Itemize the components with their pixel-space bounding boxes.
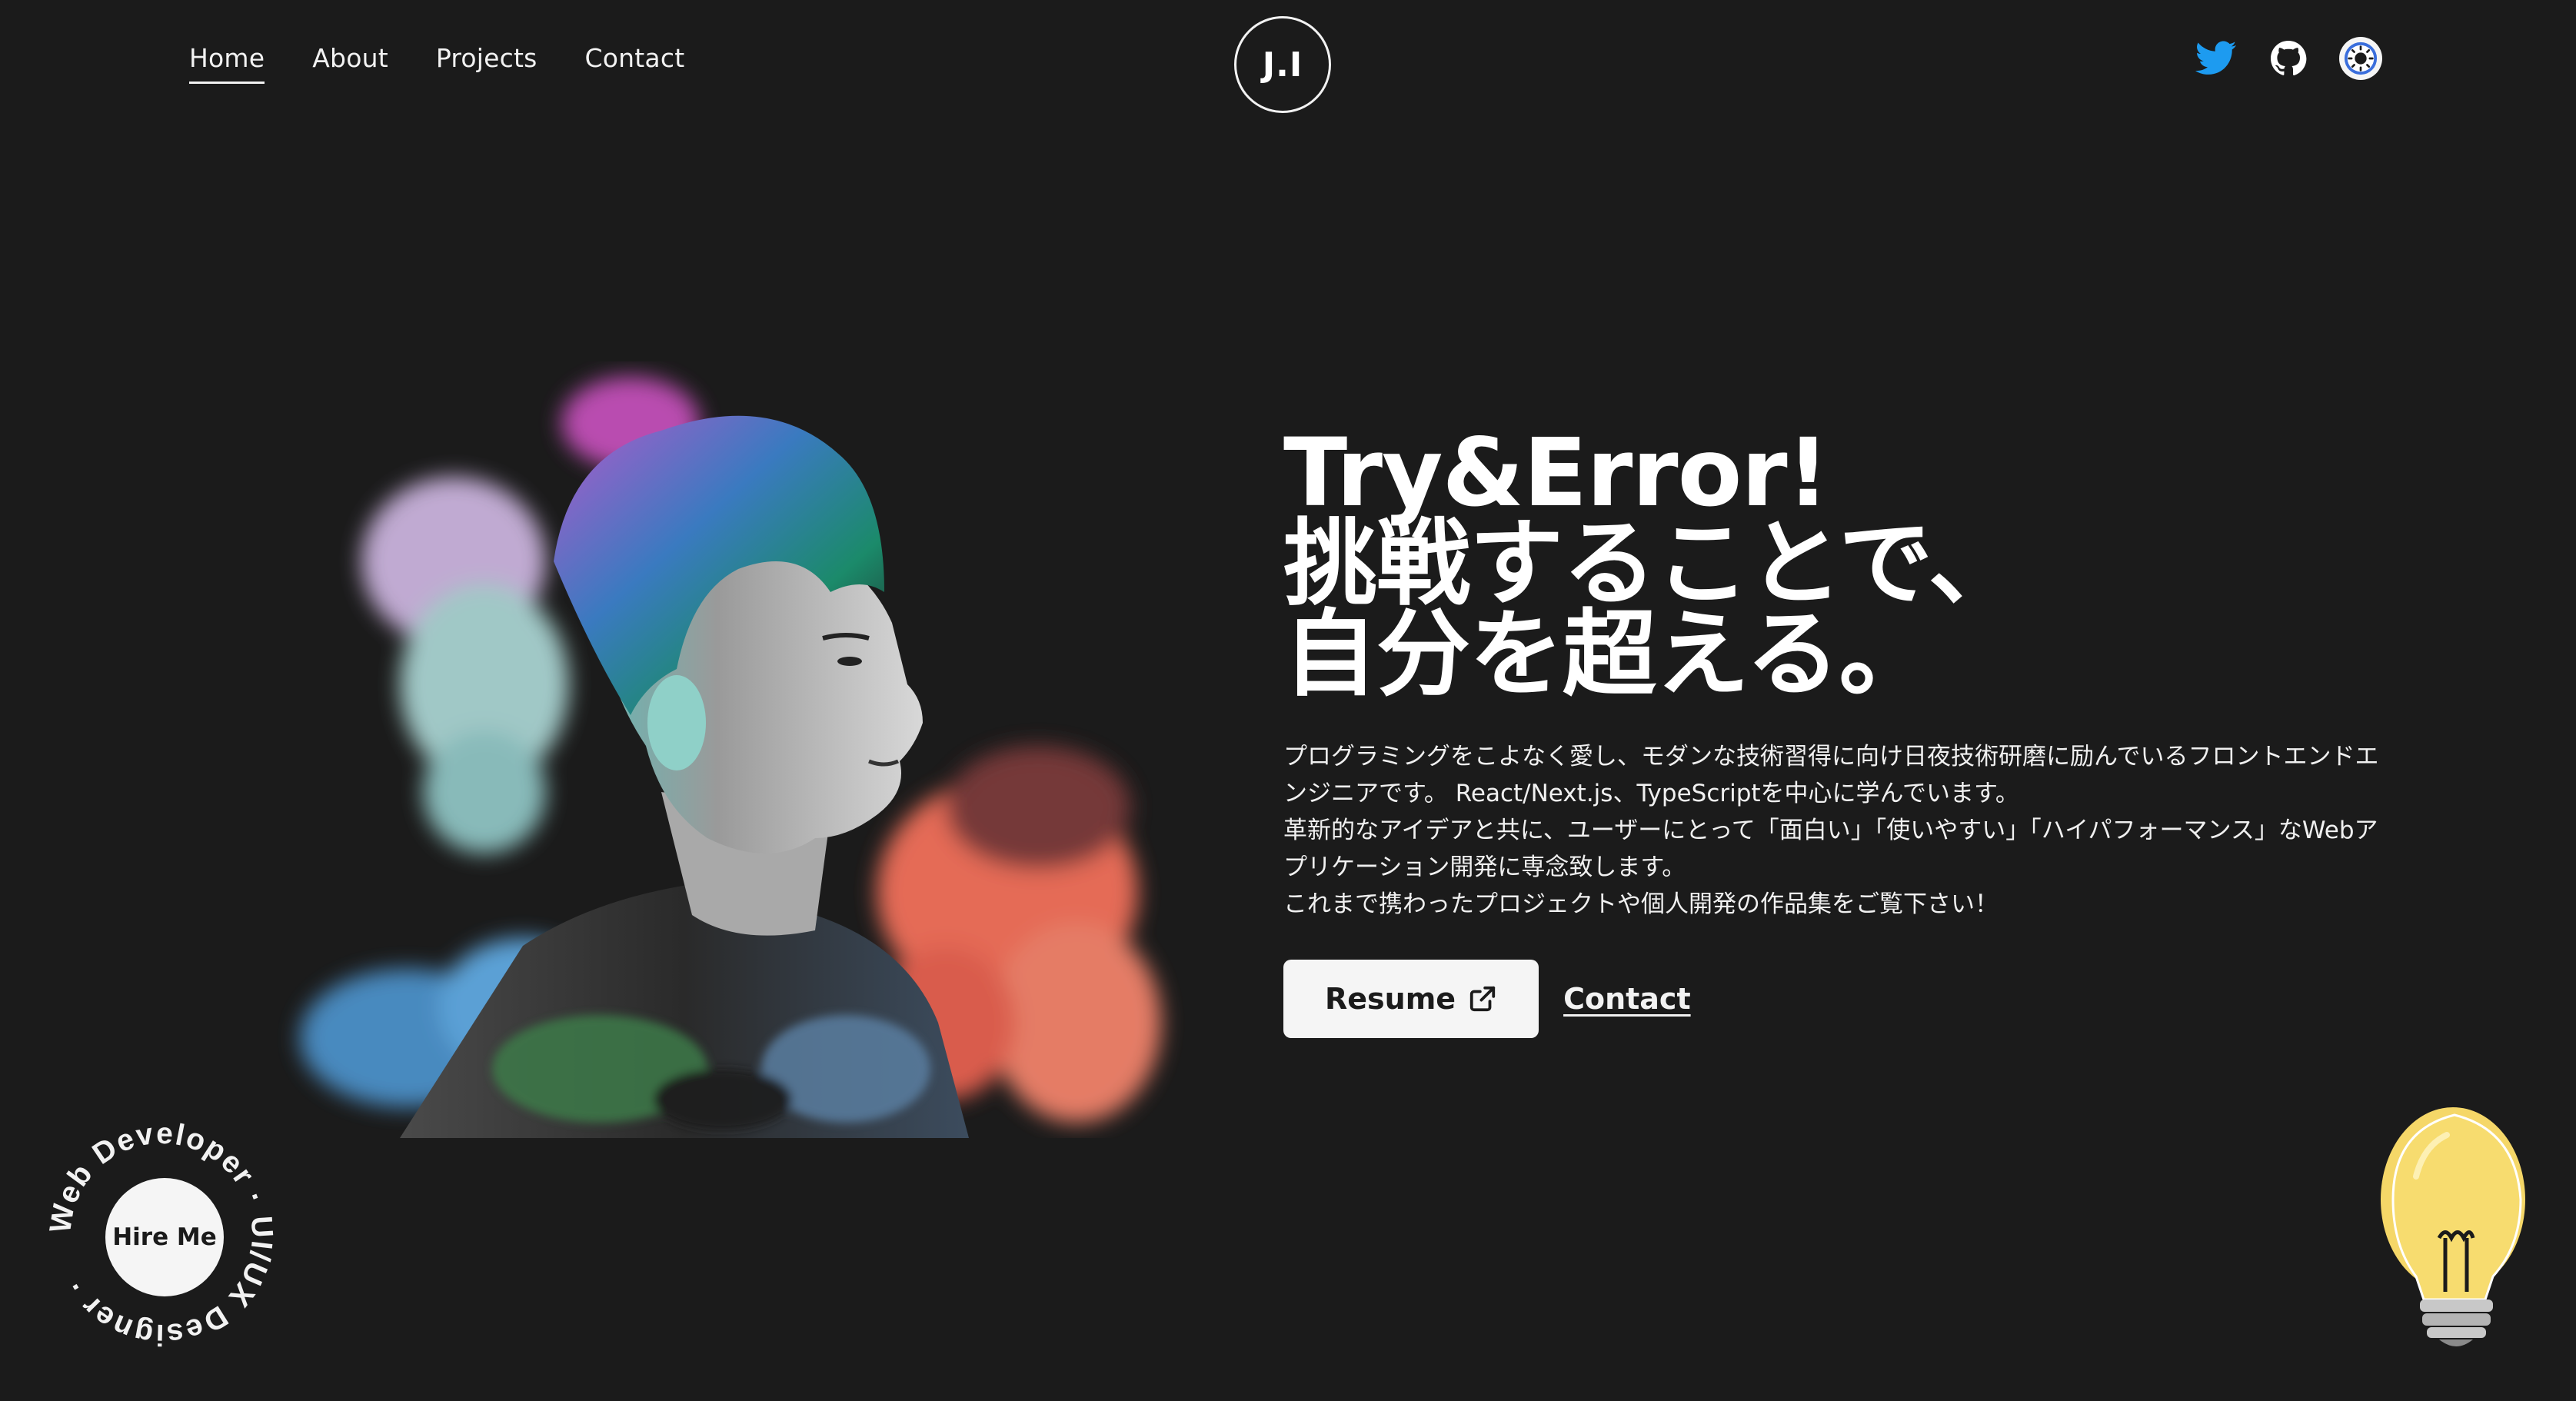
contact-link[interactable]: Contact <box>1563 982 1691 1016</box>
cta-group: Resume Contact <box>1283 960 2391 1038</box>
nav-link-projects[interactable]: Projects <box>436 43 537 78</box>
profile-portrait <box>300 377 1161 1138</box>
theme-toggle-button[interactable] <box>2339 37 2382 80</box>
external-link-icon <box>1469 986 1496 1012</box>
intro-paragraph-1: プログラミングをこよなく愛し、モダンな技術習得に向け日夜技術研磨に励んでいるフロ… <box>1283 743 2379 807</box>
intro-paragraph-3: これまで携わったプロジェクトや個人開発の作品集をご覧下さい！ <box>1283 890 1999 918</box>
social-links <box>2195 37 2382 80</box>
twitter-icon[interactable] <box>2195 37 2238 80</box>
hire-me-button[interactable]: Hire Me <box>105 1178 224 1296</box>
intro-paragraph-2: 革新的なアイデアと共に、ユーザーにとって「面白い」「使いやすい」「ハイパフォーマ… <box>1283 817 2378 881</box>
nav-link-home[interactable]: Home <box>189 43 265 84</box>
site-logo[interactable]: J.I <box>1234 16 1331 113</box>
hero-section: Try&Error! 挑戦することで、 自分を超える。 プログラミングをこよなく… <box>1283 418 2391 1038</box>
nav-link-contact[interactable]: Contact <box>585 43 685 78</box>
nav-link-about[interactable]: About <box>312 43 388 78</box>
hire-me-badge[interactable]: Web Developer · UI/UX Designer · Hire Me <box>44 1117 278 1352</box>
theme-toggle-icon <box>2344 42 2378 75</box>
headline-line-2: 挑戦することで、 <box>1283 509 2022 618</box>
headline-line-3: 自分を超える。 <box>1283 600 1932 709</box>
resume-label: Resume <box>1325 982 1456 1016</box>
intro-text: プログラミングをこよなく愛し、モダンな技術習得に向け日夜技術研磨に励んでいるフロ… <box>1283 738 2391 923</box>
nav-links: Home About Projects Contact <box>189 43 685 84</box>
hero-headline: Try&Error! 挑戦することで、 自分を超える。 <box>1283 418 2391 709</box>
lightbulb-icon[interactable] <box>2378 1100 2531 1353</box>
top-navigation: Home About Projects Contact J.I <box>0 0 2576 131</box>
github-icon[interactable] <box>2267 37 2310 80</box>
resume-button[interactable]: Resume <box>1283 960 1539 1038</box>
headline-line-1: Try&Error! <box>1283 418 1829 527</box>
